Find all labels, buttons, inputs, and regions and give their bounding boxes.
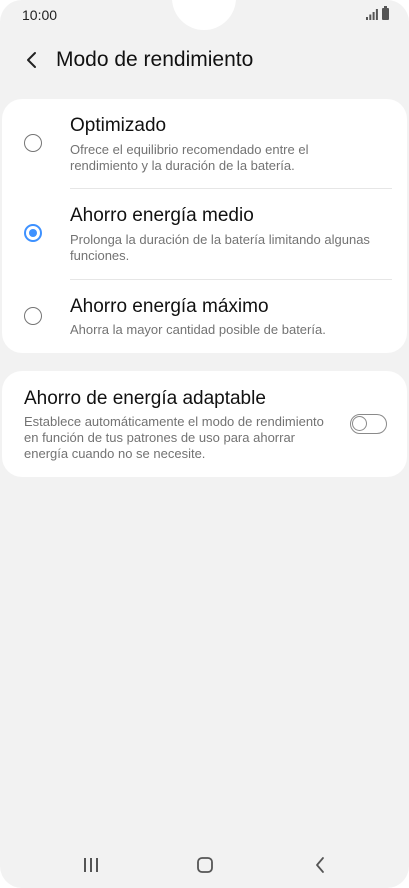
adaptive-power-description: Establece automáticamente el modo de ren… bbox=[24, 414, 324, 461]
navigation-bar bbox=[0, 845, 409, 885]
toggle-knob bbox=[352, 416, 367, 431]
radio-medium-saving[interactable] bbox=[24, 224, 42, 242]
status-time: 10:00 bbox=[22, 7, 58, 23]
battery-icon bbox=[382, 6, 389, 20]
signal-icon bbox=[366, 9, 378, 20]
adaptive-power-title: Ahorro de energía adaptable bbox=[24, 388, 266, 409]
camera-notch bbox=[172, 0, 236, 30]
recents-button[interactable] bbox=[69, 849, 113, 881]
radio-optimized[interactable] bbox=[24, 134, 42, 152]
chevron-left-icon bbox=[27, 52, 36, 68]
back-button[interactable] bbox=[12, 40, 52, 80]
back-icon bbox=[316, 857, 324, 873]
option-title: Optimizado bbox=[70, 115, 167, 136]
mode-option-max-saving[interactable]: Ahorro energía máximo Ahorra la mayor ca… bbox=[2, 280, 407, 353]
status-icons bbox=[366, 6, 389, 20]
mode-option-medium-saving[interactable]: Ahorro energía medio Prolonga la duració… bbox=[2, 189, 407, 278]
app-header: Modo de rendimiento bbox=[0, 38, 409, 82]
adaptive-power-card[interactable]: Ahorro de energía adaptable Establece au… bbox=[2, 371, 407, 477]
recents-icon bbox=[84, 858, 98, 872]
mode-option-optimized[interactable]: Optimizado Ofrece el equilibrio recomend… bbox=[2, 99, 407, 188]
home-icon bbox=[197, 857, 213, 873]
phone-screen: 10:00 Modo de rendimiento Optimizado Ofr… bbox=[0, 0, 409, 888]
performance-modes-card: Optimizado Ofrece el equilibrio recomend… bbox=[2, 99, 407, 353]
option-description: Prolonga la duración de la batería limit… bbox=[70, 232, 370, 263]
status-bar: 10:00 bbox=[0, 0, 409, 30]
option-description: Ofrece el equilibrio recomendado entre e… bbox=[70, 142, 309, 173]
option-title: Ahorro energía máximo bbox=[70, 296, 269, 317]
home-button[interactable] bbox=[183, 849, 227, 881]
adaptive-power-toggle[interactable] bbox=[350, 414, 387, 434]
option-title: Ahorro energía medio bbox=[70, 205, 254, 226]
radio-max-saving[interactable] bbox=[24, 307, 42, 325]
option-description: Ahorra la mayor cantidad posible de bate… bbox=[70, 322, 326, 337]
nav-back-button[interactable] bbox=[298, 849, 342, 881]
page-title: Modo de rendimiento bbox=[56, 48, 254, 71]
